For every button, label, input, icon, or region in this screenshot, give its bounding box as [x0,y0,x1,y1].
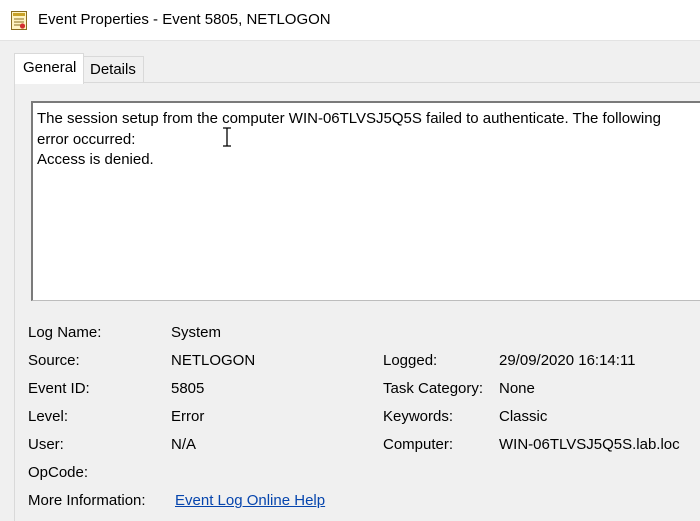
window-title: Event Properties - Event 5805, NETLOGON [38,11,331,28]
computer-label: Computer: [383,436,454,453]
event-log-online-help-link[interactable]: Event Log Online Help [175,492,325,509]
event-viewer-icon [11,11,27,30]
event-id-label: Event ID: [28,380,90,397]
description-text: The session setup from the computer WIN-… [37,110,661,168]
task-category-value: None [499,380,535,397]
computer-value: WIN-06TLVSJ5Q5S.lab.loc [499,436,680,453]
source-value: NETLOGON [171,352,256,369]
level-value: Error [171,408,205,425]
task-category-label: Task Category: [383,380,484,397]
title-bar: Event Properties - Event 5805, NETLOGON [0,0,700,41]
text-cursor-icon [223,127,231,147]
source-label: Source: [28,352,80,369]
more-information-label: More Information: [28,492,146,509]
tab-general[interactable]: General [14,53,84,84]
keywords-label: Keywords: [383,408,454,425]
level-label: Level: [28,408,69,425]
logged-label: Logged: [383,352,438,369]
log-name-label: Log Name: [28,324,102,341]
description-textbox[interactable]: The session setup from the computer WIN-… [31,101,700,301]
opcode-label: OpCode: [28,464,89,481]
logged-value: 29/09/2020 16:14:11 [499,352,636,369]
event-id-value: 5805 [171,380,205,397]
user-value: N/A [171,436,197,453]
keywords-value: Classic [499,408,548,425]
log-name-value: System [171,324,222,341]
tab-details[interactable]: Details [84,56,144,83]
user-label: User: [28,436,64,453]
